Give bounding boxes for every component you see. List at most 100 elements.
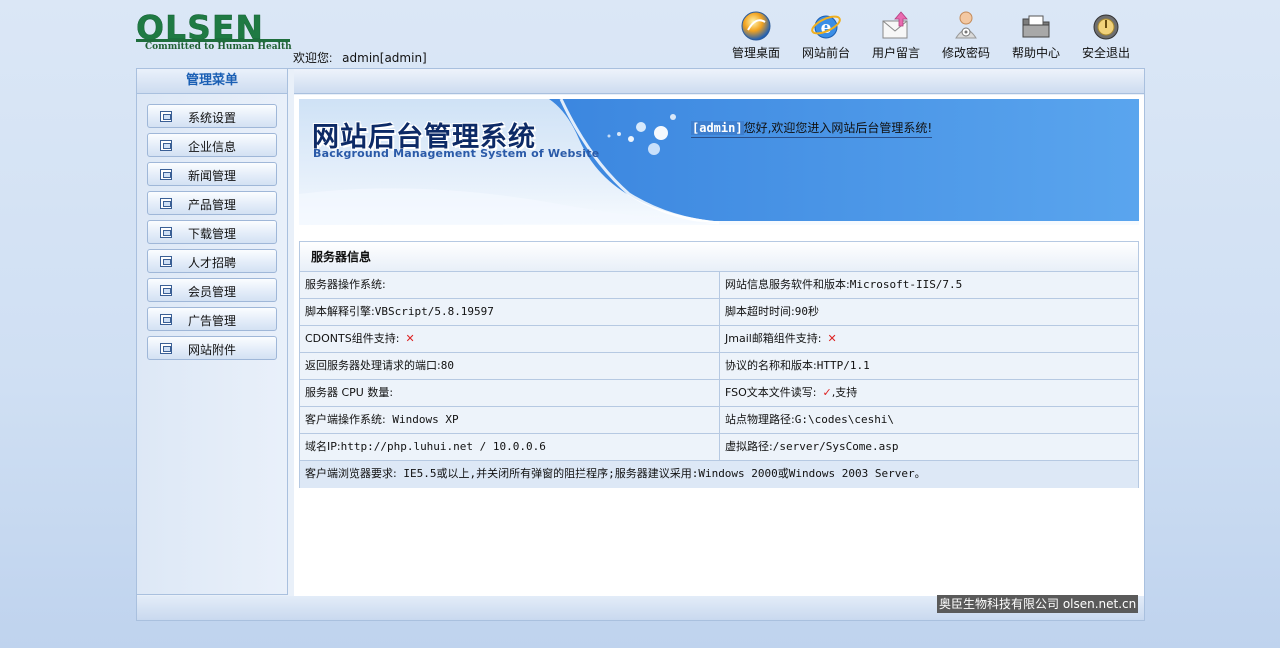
nav-frontend[interactable]: e 网站前台 [795, 10, 857, 61]
window-icon [160, 111, 172, 122]
table-cell: 网站信息服务软件和版本:Microsoft-IIS/7.5 [720, 272, 1138, 299]
message-envelope-icon [882, 11, 908, 39]
table-cell: 客户端操作系统: Windows XP [300, 407, 720, 434]
nav-desktop[interactable]: 管理桌面 [725, 10, 787, 61]
banner-subtitle: Background Management System of Website [313, 147, 600, 160]
window-icon [160, 169, 172, 180]
sidebar-item-label: 会员管理 [188, 285, 237, 299]
greeting-text: 您好,欢迎您进入网站后台管理系统! [743, 121, 933, 135]
cell-label: 脚本解释引擎: [305, 305, 375, 318]
cell-label: 域名IP: [305, 440, 341, 453]
watermark-caption: 奥臣生物科技有限公司 olsen.net.cn [937, 595, 1139, 613]
sidebar-item-ads[interactable]: 广告管理 [147, 307, 277, 331]
sidebar-item-company-info[interactable]: 企业信息 [147, 133, 277, 157]
nav-frontend-label: 网站前台 [801, 46, 850, 60]
table-cell: 返回服务器处理请求的端口:80 [300, 353, 720, 380]
server-info-table: 服务器信息 服务器操作系统: 网站信息服务软件和版本:Microsoft-IIS… [299, 241, 1139, 488]
welcome-text: 欢迎您: admin[admin] [293, 49, 427, 66]
greeting-user: [admin] [691, 121, 744, 135]
sidebar-item-label: 企业信息 [188, 140, 237, 154]
sidebar-item-label: 下载管理 [188, 227, 237, 241]
cell-label: CDONTS组件支持: [305, 332, 400, 345]
sidebar-item-downloads[interactable]: 下载管理 [147, 220, 277, 244]
nav-change-password[interactable]: 修改密码 [935, 10, 997, 61]
cell-label: 客户端浏览器要求: [305, 467, 397, 480]
window-icon [160, 314, 172, 325]
sidebar-item-label: 广告管理 [188, 314, 237, 328]
cross-icon: ✕ [405, 332, 415, 345]
cell-label: 返回服务器处理请求的端口: [305, 359, 441, 372]
cell-value: http://php.luhui.net / 10.0.0.6 [340, 440, 546, 453]
cell-label: 客户端操作系统: [305, 413, 386, 426]
sidebar-item-system-settings[interactable]: 系统设置 [147, 104, 277, 128]
cell-label: 虚拟路径: [725, 440, 773, 453]
nav-messages[interactable]: 用户留言 [865, 10, 927, 61]
window-icon [160, 343, 172, 354]
sidebar-item-news[interactable]: 新闻管理 [147, 162, 277, 186]
sidebar-item-attachments[interactable]: 网站附件 [147, 336, 277, 360]
table-cell: Jmail邮箱组件支持: ✕ [720, 326, 1138, 353]
cell-label: 服务器操作系统: [305, 278, 386, 291]
cell-value: G:\codes\ceshi\ [794, 413, 895, 426]
cell-value: HTTP/1.1 [816, 359, 870, 372]
sidebar-item-label: 产品管理 [188, 198, 237, 212]
content-top-bar [294, 69, 1144, 94]
server-info-title: 服务器信息 [300, 242, 1138, 272]
sidebar-item-label: 新闻管理 [188, 169, 237, 183]
table-cell: 脚本解释引擎:VBScript/5.8.19597 [300, 299, 720, 326]
sidebar-title: 管理菜单 [137, 69, 287, 94]
cell-label: Jmail邮箱组件支持: [725, 332, 822, 345]
sidebar-item-label: 系统设置 [188, 111, 237, 125]
cell-value: 90秒 [794, 305, 819, 318]
nav-help-label: 帮助中心 [1011, 46, 1060, 60]
window-icon [160, 198, 172, 209]
cell-label: 网站信息服务软件和版本: [725, 278, 850, 291]
cell-label: 协议的名称和版本: [725, 359, 817, 372]
table-cell: 域名IP:http://php.luhui.net / 10.0.0.6 [300, 434, 720, 461]
nav-logout[interactable]: 安全退出 [1075, 10, 1137, 61]
table-cell: 协议的名称和版本:HTTP/1.1 [720, 353, 1138, 380]
olsen-logo: OLSEN Committed to Human Health [136, 11, 292, 54]
sidebar-item-products[interactable]: 产品管理 [147, 191, 277, 215]
cell-value: IE5.5或以上,并关闭所有弹窗的阻拦程序;服务器建议采用:Windows 20… [396, 467, 926, 480]
sidebar-item-members[interactable]: 会员管理 [147, 278, 277, 302]
change-password-icon [955, 11, 977, 39]
browser-requirement-row: 客户端浏览器要求: IE5.5或以上,并关闭所有弹窗的阻拦程序;服务器建议采用:… [300, 461, 1138, 488]
nav-help[interactable]: 帮助中心 [1005, 10, 1067, 61]
sidebar-item-label: 网站附件 [188, 343, 237, 357]
desktop-icon [741, 11, 771, 41]
cell-label: 服务器 CPU 数量: [305, 386, 394, 399]
table-cell: CDONTS组件支持: ✕ [300, 326, 720, 353]
window-icon [160, 285, 172, 296]
table-cell: FSO文本文件读写: ✓,支持 [720, 380, 1138, 407]
welcome-label: 欢迎您: [293, 51, 333, 65]
window-icon [160, 256, 172, 267]
window-icon [160, 140, 172, 151]
sidebar-item-label: 人才招聘 [188, 256, 237, 270]
cell-label: 脚本超时时间: [725, 305, 795, 318]
welcome-user: admin[admin] [342, 51, 427, 65]
table-cell: 虚拟路径:/server/SysCome.asp [720, 434, 1138, 461]
power-exit-icon [1093, 14, 1119, 40]
cell-value: 80 [440, 359, 454, 372]
cell-value: Microsoft-IIS/7.5 [849, 278, 963, 291]
table-cell: 服务器 CPU 数量: [300, 380, 720, 407]
cell-value: /server/SysCome.asp [772, 440, 899, 453]
sidebar-item-recruitment[interactable]: 人才招聘 [147, 249, 277, 273]
nav-logout-label: 安全退出 [1081, 46, 1130, 60]
nav-change-password-label: 修改密码 [941, 46, 990, 60]
help-folder-icon [1022, 15, 1050, 38]
logo-tagline: Committed to Human Health [145, 42, 292, 52]
ie-browser-icon: e [811, 15, 841, 39]
check-icon: ✓ [822, 386, 832, 399]
cell-label: 站点物理路径: [725, 413, 795, 426]
cross-icon: ✕ [827, 332, 837, 345]
table-cell: 站点物理路径:G:\codes\ceshi\ [720, 407, 1138, 434]
cell-value: ,支持 [831, 386, 858, 399]
cell-label: FSO文本文件读写: [725, 386, 817, 399]
nav-desktop-label: 管理桌面 [731, 46, 780, 60]
window-icon [160, 227, 172, 238]
cell-value: VBScript/5.8.19597 [374, 305, 494, 318]
nav-messages-label: 用户留言 [871, 46, 920, 60]
cell-value: Windows XP [385, 413, 459, 426]
